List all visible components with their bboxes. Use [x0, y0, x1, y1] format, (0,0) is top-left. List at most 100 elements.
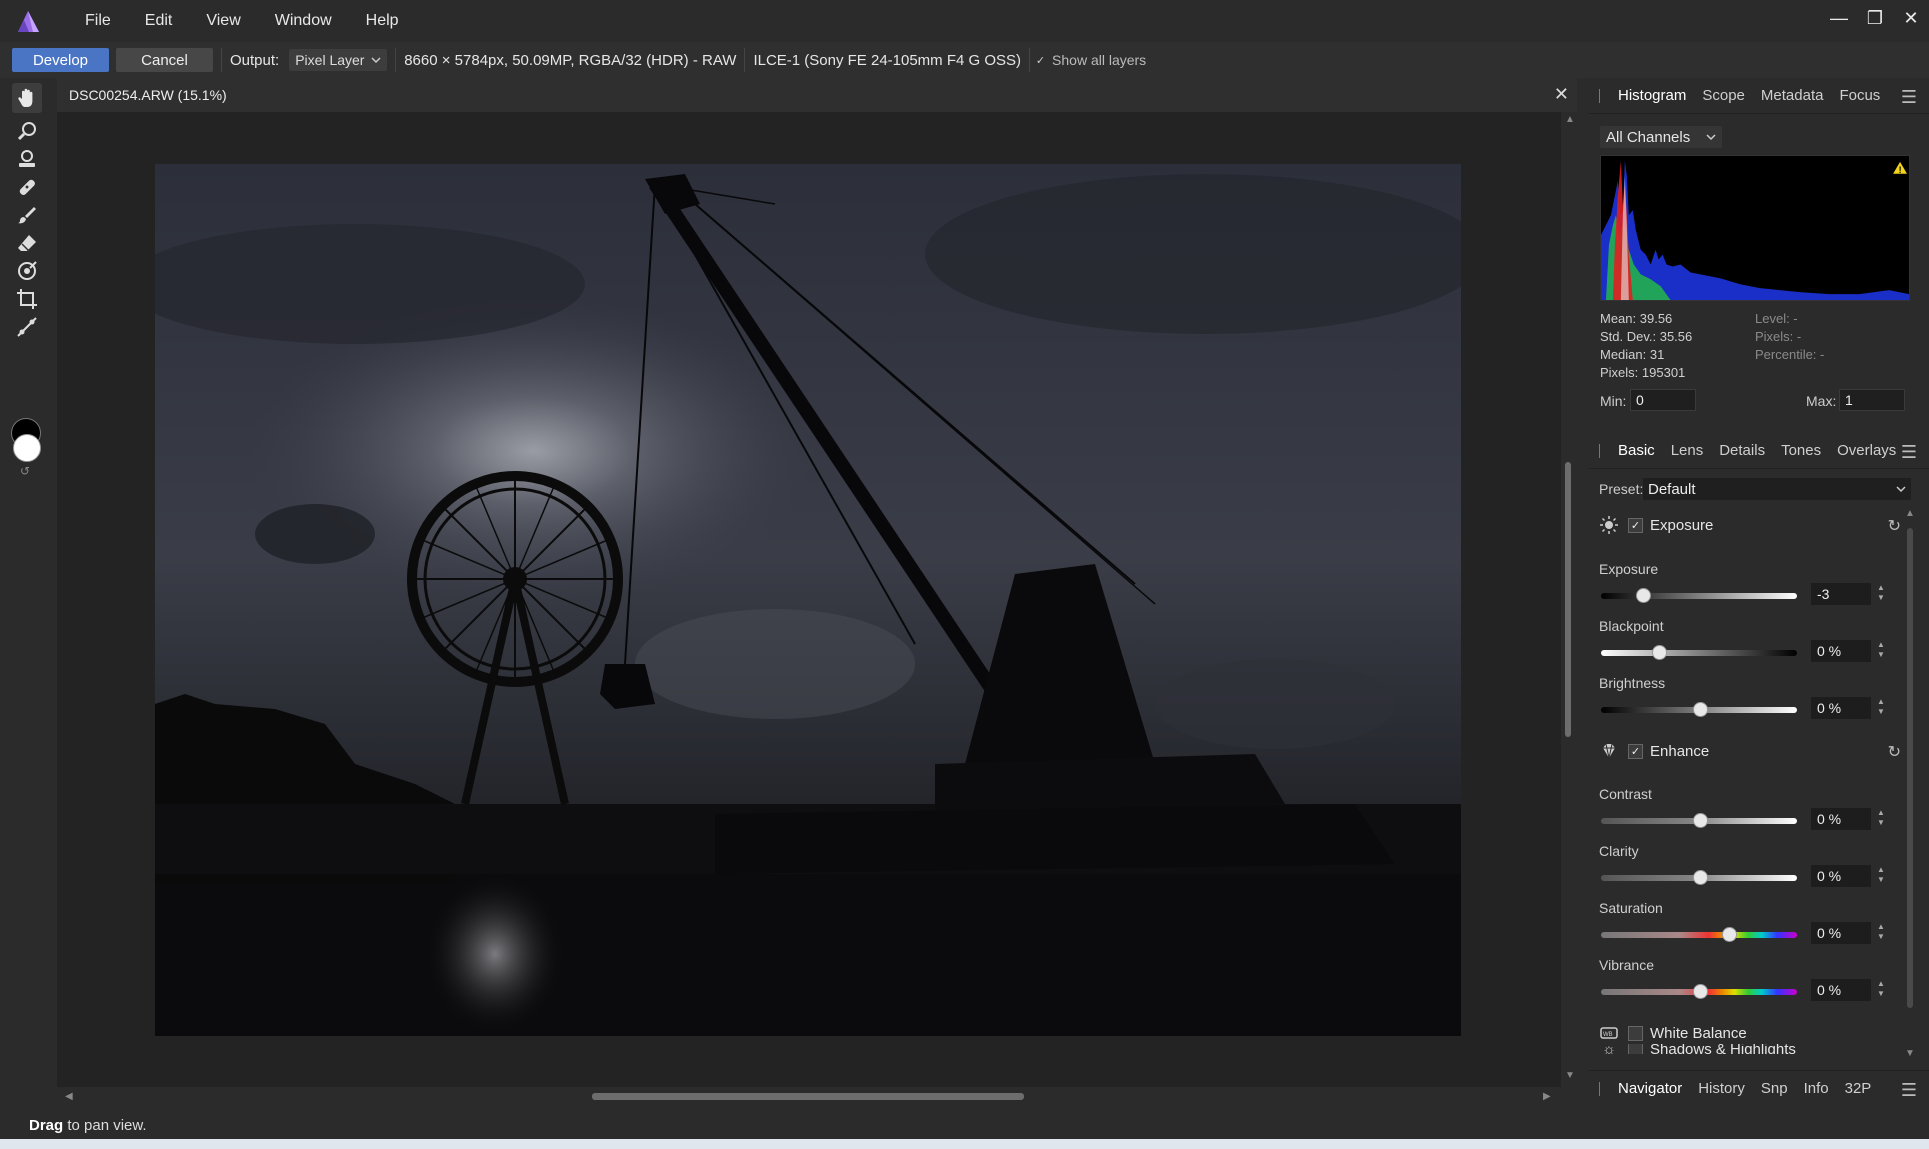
slider-knob[interactable] — [1692, 870, 1708, 885]
stepper-icon[interactable]: ▲ ▼ — [1875, 640, 1887, 662]
scroll-left-icon[interactable]: ◀ — [65, 1091, 73, 1102]
preset-select[interactable]: Default — [1643, 478, 1911, 500]
enhance-section-header[interactable]: ✓ Enhance ↻ — [1588, 734, 1909, 768]
blemish-tool[interactable] — [12, 172, 42, 202]
paint-overlay-tool[interactable] — [12, 200, 42, 230]
exposure-value[interactable]: -3 — [1811, 583, 1871, 605]
panel-menu-icon[interactable]: ☰ — [1901, 1080, 1917, 1101]
tab-histogram[interactable]: Histogram — [1610, 87, 1694, 104]
tab-scope[interactable]: Scope — [1694, 87, 1753, 104]
stepper-icon[interactable]: ▲ ▼ — [1875, 697, 1887, 719]
clarity-slider[interactable] — [1601, 870, 1797, 885]
scroll-right-icon[interactable]: ▶ — [1543, 1091, 1551, 1102]
slider-knob[interactable] — [1692, 813, 1708, 828]
panel-grip[interactable] — [1599, 1081, 1600, 1096]
vertical-scroll-thumb[interactable] — [1565, 462, 1571, 737]
menu-view[interactable]: View — [189, 12, 257, 30]
vibrance-value[interactable]: 0 % — [1811, 979, 1871, 1001]
stepper-icon[interactable]: ▲ ▼ — [1875, 922, 1887, 944]
stepper-icon[interactable]: ▲ ▼ — [1875, 979, 1887, 1001]
tab-history[interactable]: History — [1690, 1080, 1753, 1097]
tab-tones[interactable]: Tones — [1773, 442, 1829, 459]
horizontal-scrollbar[interactable]: ◀ ▶ — [57, 1087, 1561, 1107]
slider-knob[interactable] — [1692, 984, 1708, 999]
scroll-down-icon[interactable]: ▼ — [1905, 1048, 1915, 1059]
channel-select[interactable]: All Channels — [1600, 126, 1722, 148]
tab-details[interactable]: Details — [1711, 442, 1773, 459]
panel-menu-icon[interactable]: ☰ — [1901, 442, 1917, 463]
develop-scroll-thumb[interactable] — [1907, 528, 1913, 1008]
shadows-highlights-section-header[interactable]: ☼ Shadows & Highlights — [1588, 1044, 1909, 1054]
output-select[interactable]: Pixel Layer — [289, 49, 388, 71]
white-balance-enable-checkbox[interactable] — [1628, 1025, 1643, 1041]
scroll-up-icon[interactable]: ▲ — [1565, 114, 1575, 125]
panel-menu-icon[interactable]: ☰ — [1901, 87, 1917, 108]
clarity-value[interactable]: 0 % — [1811, 865, 1871, 887]
saturation-slider[interactable] — [1601, 927, 1797, 942]
swap-colors-icon[interactable]: ↺ — [20, 464, 30, 478]
tab-32p[interactable]: 32P — [1837, 1080, 1880, 1097]
scroll-down-icon[interactable]: ▼ — [1565, 1070, 1575, 1081]
tab-focus[interactable]: Focus — [1831, 87, 1888, 104]
tab-basic[interactable]: Basic — [1610, 442, 1663, 459]
contrast-slider[interactable] — [1601, 813, 1797, 828]
tab-snapshots[interactable]: Snp — [1753, 1080, 1796, 1097]
stepper-icon[interactable]: ▲ ▼ — [1875, 808, 1887, 830]
tab-lens[interactable]: Lens — [1663, 442, 1712, 459]
document-tab[interactable]: DSC00254.ARW (15.1%) ✕ — [57, 78, 1577, 112]
canvas-area[interactable] — [57, 112, 1561, 1087]
vibrance-slider[interactable] — [1601, 984, 1797, 999]
erase-overlay-tool[interactable] — [12, 228, 42, 258]
contrast-value[interactable]: 0 % — [1811, 808, 1871, 830]
slider-knob[interactable] — [1651, 645, 1667, 660]
min-field[interactable]: 0 — [1630, 389, 1696, 411]
slider-knob[interactable] — [1636, 588, 1652, 603]
tab-overlays[interactable]: Overlays — [1829, 442, 1904, 459]
red-eye-tool[interactable] — [12, 116, 42, 146]
max-field[interactable]: 1 — [1839, 389, 1905, 411]
panel-grip[interactable] — [1599, 443, 1600, 458]
close-window-button[interactable]: ✕ — [1893, 0, 1929, 36]
develop-panel-scrollbar[interactable]: ▲ ▼ — [1904, 508, 1916, 1068]
vertical-scrollbar[interactable]: ▲ ▼ — [1561, 112, 1577, 1087]
panel-grip[interactable] — [1599, 88, 1600, 103]
stepper-icon[interactable]: ▲ ▼ — [1875, 865, 1887, 887]
photo-canvas[interactable] — [155, 164, 1461, 1036]
blackpoint-value[interactable]: 0 % — [1811, 640, 1871, 662]
primary-color-swatch[interactable] — [13, 434, 41, 462]
brightness-slider[interactable] — [1601, 702, 1797, 717]
cancel-button[interactable]: Cancel — [116, 48, 213, 72]
horizontal-scroll-thumb[interactable] — [592, 1093, 1024, 1100]
brightness-value[interactable]: 0 % — [1811, 697, 1871, 719]
close-document-icon[interactable]: ✕ — [1554, 84, 1569, 105]
enhance-enable-checkbox[interactable]: ✓ — [1628, 743, 1643, 759]
restore-button[interactable]: ❐ — [1857, 0, 1893, 36]
develop-button[interactable]: Develop — [12, 48, 109, 72]
scroll-up-icon[interactable]: ▲ — [1905, 508, 1915, 519]
shadows-highlights-enable-checkbox[interactable] — [1628, 1044, 1643, 1054]
tab-info[interactable]: Info — [1796, 1080, 1837, 1097]
show-layers-checkbox[interactable]: ✓ — [1034, 54, 1047, 67]
white-balance-tool[interactable] — [12, 256, 42, 286]
tab-metadata[interactable]: Metadata — [1753, 87, 1832, 104]
saturation-value[interactable]: 0 % — [1811, 922, 1871, 944]
reset-icon[interactable]: ↻ — [1888, 516, 1901, 536]
reset-icon[interactable]: ↻ — [1888, 742, 1901, 762]
view-tool[interactable] — [12, 83, 42, 113]
minimize-button[interactable]: — — [1821, 0, 1857, 36]
exposure-section-header[interactable]: ✓ Exposure ↻ — [1588, 508, 1909, 542]
menu-window[interactable]: Window — [258, 12, 349, 30]
slider-knob[interactable] — [1722, 927, 1738, 942]
gradient-overlay-tool[interactable] — [12, 144, 42, 174]
stepper-icon[interactable]: ▲ ▼ — [1875, 583, 1887, 605]
menu-help[interactable]: Help — [349, 12, 416, 30]
slider-knob[interactable] — [1692, 702, 1708, 717]
tab-navigator[interactable]: Navigator — [1610, 1080, 1690, 1097]
straighten-tool[interactable] — [12, 312, 42, 342]
crop-tool[interactable] — [12, 284, 42, 314]
exposure-slider[interactable] — [1601, 588, 1797, 603]
blackpoint-slider[interactable] — [1601, 645, 1797, 660]
menu-edit[interactable]: Edit — [128, 12, 190, 30]
exposure-enable-checkbox[interactable]: ✓ — [1628, 517, 1643, 533]
menu-file[interactable]: File — [68, 12, 128, 30]
